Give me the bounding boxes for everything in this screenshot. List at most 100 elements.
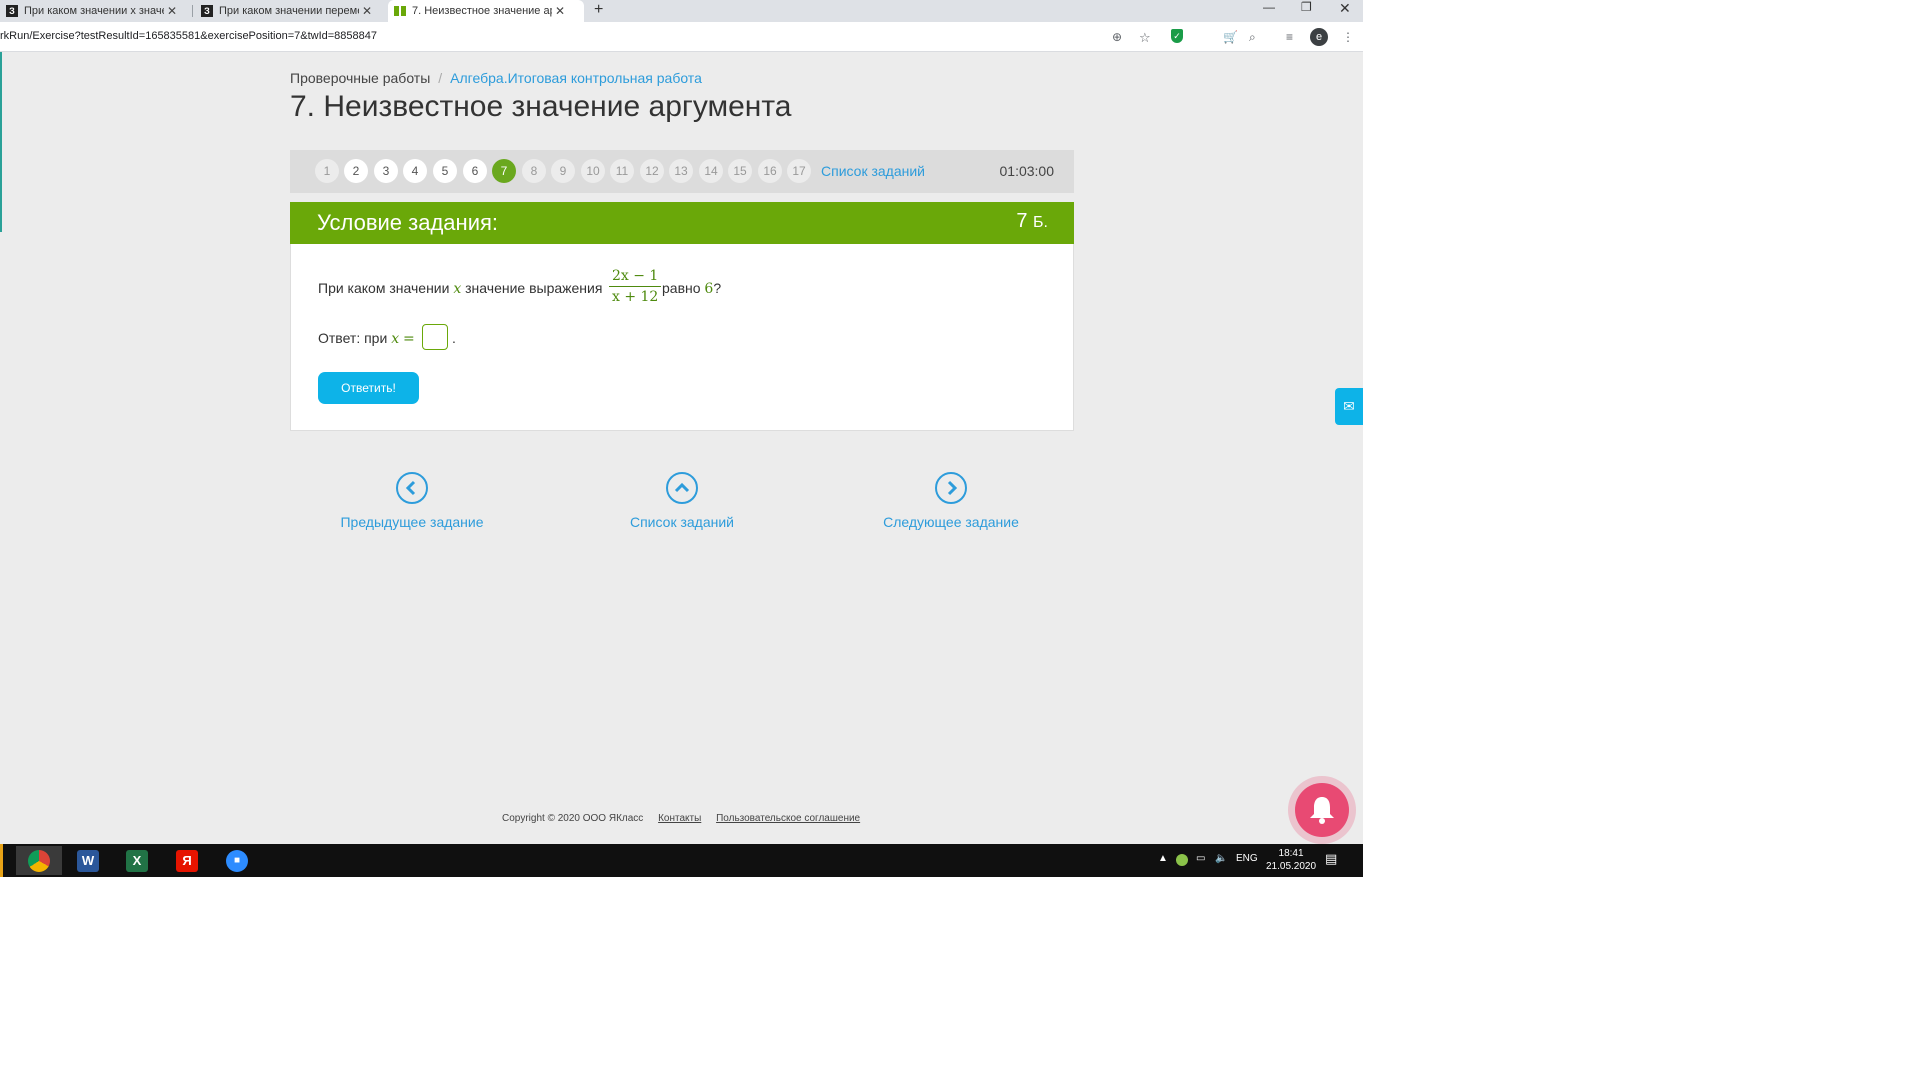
tray-app-icon[interactable] <box>1176 854 1188 866</box>
yaklass-book-icon <box>394 5 406 17</box>
task-pill-13[interactable]: 13 <box>669 159 693 183</box>
question-before: При каком значении <box>318 280 450 296</box>
browser-tab-1[interactable]: З При каком значении x значени ✕ <box>0 0 190 22</box>
taskbar-excel[interactable]: X <box>114 846 160 875</box>
minimize-icon[interactable]: — <box>1263 0 1275 14</box>
close-icon[interactable]: ✕ <box>164 4 180 18</box>
task-pill-7-current[interactable]: 7 <box>492 159 516 183</box>
url-text[interactable]: rkRun/Exercise?testResultId=165835581&ex… <box>0 30 377 42</box>
task-pill-9[interactable]: 9 <box>551 159 575 183</box>
media-control-icon[interactable]: ≡ <box>1286 30 1293 44</box>
close-icon[interactable]: ✕ <box>552 4 568 18</box>
taskbar-zoom[interactable]: ■ <box>214 846 260 875</box>
notification-bell-button[interactable] <box>1288 776 1356 844</box>
answer-input[interactable] <box>422 324 448 350</box>
task-list-link[interactable]: Список заданий <box>821 163 925 179</box>
question-middle: значение выражения <box>465 280 603 296</box>
task-pill-5[interactable]: 5 <box>433 159 457 183</box>
close-icon[interactable]: ✕ <box>359 4 375 18</box>
start-edge <box>0 844 3 877</box>
bookmark-star-icon[interactable]: ☆ <box>1139 30 1151 46</box>
answer-label: Ответ: при x = <box>318 330 415 347</box>
yandex-icon: Я <box>176 849 198 872</box>
task-pill-2[interactable]: 2 <box>344 159 368 183</box>
browser-tab-2[interactable]: З При каком значении переменн ✕ <box>195 0 385 22</box>
taskbar-chrome[interactable] <box>16 846 62 875</box>
new-tab-plus-icon[interactable]: + <box>594 1 603 19</box>
volume-icon[interactable]: 🔈 <box>1215 853 1227 864</box>
fraction-denominator: x + 12 <box>612 289 659 305</box>
contacts-link[interactable]: Контакты <box>658 813 701 824</box>
taskbar-word[interactable]: W <box>65 846 111 875</box>
task-pill-8[interactable]: 8 <box>522 159 546 183</box>
feedback-mail-icon[interactable]: ✉ <box>1335 388 1363 425</box>
answer-label-text: Ответ: при <box>318 330 388 346</box>
blank-area <box>1363 0 1920 1080</box>
chrome-icon <box>28 849 50 872</box>
browser-tab-3-active[interactable]: 7. Неизвестное значение аргум ✕ <box>388 0 584 22</box>
chevron-right-icon <box>935 472 967 504</box>
restore-icon[interactable]: ❐ <box>1301 0 1312 14</box>
task-pill-1[interactable]: 1 <box>315 159 339 183</box>
next-task-link[interactable]: Следующее задание <box>851 472 1051 530</box>
task-pill-6[interactable]: 6 <box>463 159 487 183</box>
profile-avatar[interactable]: e <box>1310 28 1328 46</box>
menu-kebab-icon[interactable]: ⋮ <box>1342 30 1354 44</box>
task-pill-3[interactable]: 3 <box>374 159 398 183</box>
points-value: 7 <box>1016 210 1028 232</box>
task-condition-heading: Условие задания: <box>317 210 499 235</box>
page-title: 7. Неизвестное значение аргумента <box>290 90 792 123</box>
install-app-icon[interactable]: ⊕ <box>1112 30 1122 44</box>
task-list-nav-link[interactable]: Список заданий <box>582 472 782 530</box>
question-after: равно 6? <box>662 280 721 297</box>
notifications-icon[interactable]: ▤ <box>1325 851 1337 867</box>
timer: 01:03:00 <box>999 163 1055 179</box>
tray-expand-icon[interactable]: ▲ <box>1158 853 1168 864</box>
search-extension-icon[interactable]: ⌕ <box>1249 30 1256 45</box>
chevron-left-icon <box>396 472 428 504</box>
clock-time: 18:41 <box>1278 848 1304 859</box>
fraction-expression: 2x − 1 x + 12 <box>609 268 662 305</box>
adblock-shield-icon[interactable]: ✓ <box>1171 29 1183 43</box>
breadcrumb: Проверочные работы / Алгебра.Итоговая конт… <box>290 70 702 86</box>
task-pill-11[interactable]: 11 <box>610 159 634 183</box>
network-icon[interactable]: ▭ <box>1196 853 1205 864</box>
task-pill-17[interactable]: 17 <box>787 159 811 183</box>
user-agreement-link[interactable]: Пользовательское соглашение <box>716 813 860 824</box>
task-header: Условие задания: 7 Б. <box>290 202 1074 244</box>
blank-area-bottom <box>0 877 1363 1080</box>
prev-task-link[interactable]: Предыдущее задание <box>312 472 512 530</box>
points-unit: Б. <box>1033 214 1048 231</box>
task-pill-10[interactable]: 10 <box>581 159 605 183</box>
task-pill-16[interactable]: 16 <box>758 159 782 183</box>
cart-extension-icon[interactable]: 🛒 <box>1223 30 1238 44</box>
taskbar-clock[interactable]: 18:41 21.05.2020 <box>1266 847 1316 873</box>
prev-task-label: Предыдущее задание <box>340 514 484 530</box>
language-indicator[interactable]: ENG <box>1236 853 1258 864</box>
address-bar: rkRun/Exercise?testResultId=165835581&ex… <box>0 22 1363 52</box>
next-task-label: Следующее задание <box>883 514 1019 530</box>
fraction-bar <box>609 286 662 287</box>
task-body: При каком значении x значение выражения … <box>290 244 1074 431</box>
tab-title: При каком значении x значени <box>24 5 164 17</box>
var-x: x <box>453 281 462 297</box>
task-pill-15[interactable]: 15 <box>728 159 752 183</box>
question-text: При каком значении x значение выражения <box>318 280 602 297</box>
task-pill-4[interactable]: 4 <box>403 159 427 183</box>
tab-title: 7. Неизвестное значение аргум <box>412 5 552 17</box>
task-pill-12[interactable]: 12 <box>640 159 664 183</box>
breadcrumb-current[interactable]: Алгебра.Итоговая контрольная работа <box>450 70 702 86</box>
breadcrumb-root[interactable]: Проверочные работы <box>290 70 430 86</box>
task-number-strip: 1 2 3 4 5 6 7 8 9 10 11 12 13 14 15 16 1… <box>290 150 1074 193</box>
submit-answer-button[interactable]: Ответить! <box>318 372 419 404</box>
yaklass-favicon-icon: З <box>6 5 18 17</box>
zoom-icon: ■ <box>226 849 248 872</box>
bell-icon <box>1295 783 1349 837</box>
answer-var-x: x <box>391 331 400 347</box>
question-end: ? <box>713 280 722 296</box>
footer: Copyright © 2020 ООО ЯКласс Контакты Пол… <box>502 813 872 824</box>
window-close-icon[interactable]: ✕ <box>1339 0 1351 17</box>
taskbar-yandex[interactable]: Я <box>164 846 210 875</box>
browser-tab-bar: З При каком значении x значени ✕ З При к… <box>0 0 1363 22</box>
task-pill-14[interactable]: 14 <box>699 159 723 183</box>
